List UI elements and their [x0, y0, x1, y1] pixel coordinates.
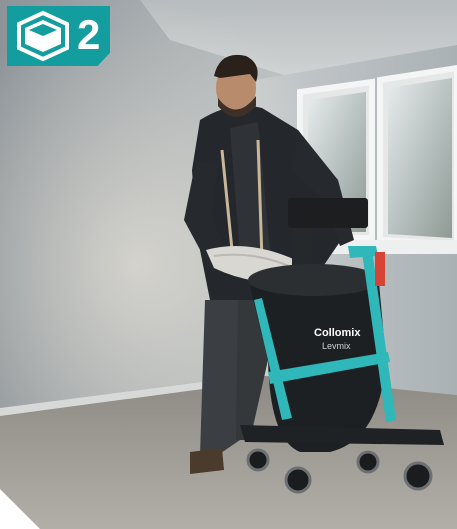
- workman-mixing-photo: Collomix Levmix: [0, 0, 457, 529]
- product-photo-frame: Collomix Levmix 2: [0, 0, 457, 529]
- step-badge: 2: [7, 6, 110, 66]
- bucket-brand-text: Collomix: [314, 327, 361, 339]
- bucket-model-text: Levmix: [322, 341, 351, 351]
- step-number: 2: [77, 11, 101, 58]
- hexagon-step-icon: [17, 10, 69, 62]
